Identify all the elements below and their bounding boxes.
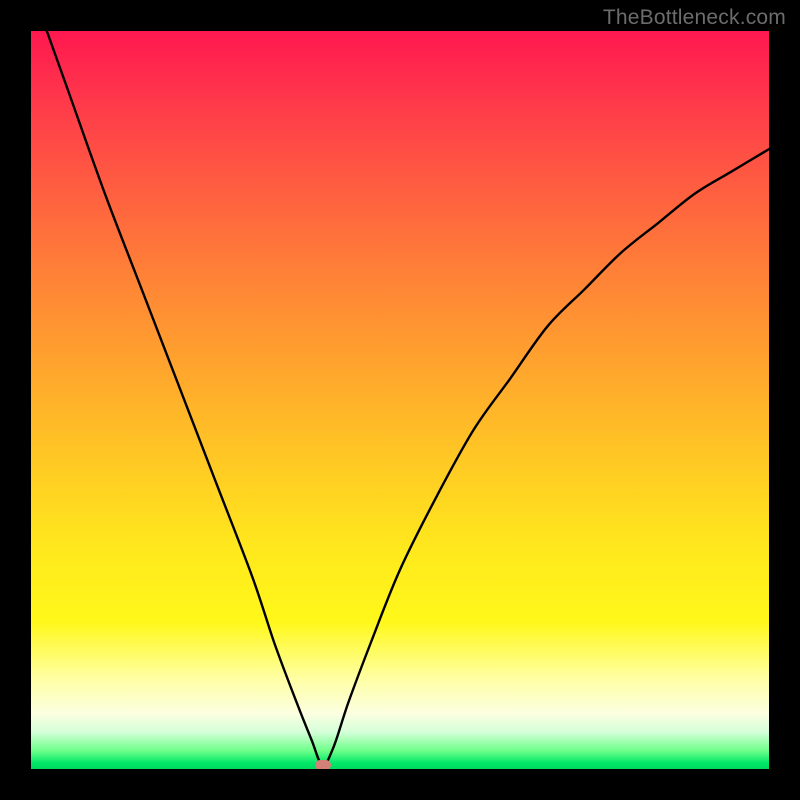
minimum-marker	[315, 760, 331, 769]
watermark-text: TheBottleneck.com	[603, 6, 786, 30]
plot-area	[31, 31, 769, 769]
chart-frame: TheBottleneck.com	[0, 0, 800, 800]
bottleneck-curve	[31, 31, 769, 769]
